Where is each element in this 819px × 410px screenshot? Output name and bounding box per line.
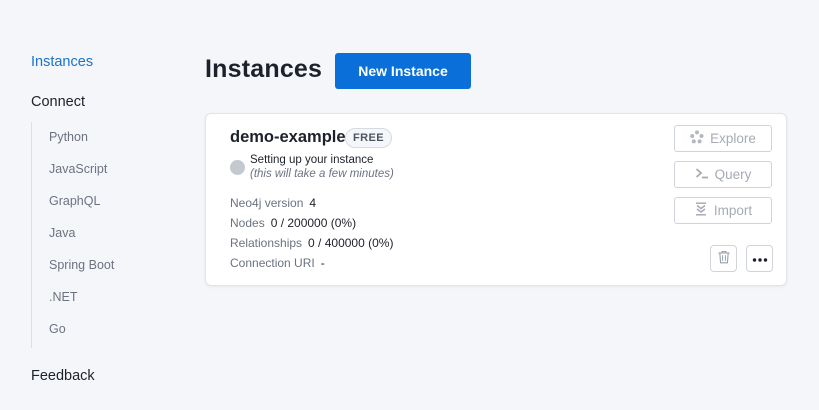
- trash-icon: [717, 250, 731, 267]
- nodes-row: Nodes 0 / 200000 (0%): [230, 216, 356, 230]
- page-title: Instances: [205, 55, 323, 83]
- connection-uri-value: -: [320, 256, 325, 270]
- import-button[interactable]: Import: [674, 197, 772, 224]
- tier-badge: FREE: [345, 128, 392, 148]
- sidebar-item-dotnet[interactable]: .NET: [49, 290, 77, 304]
- neo4j-version-value: 4: [309, 196, 317, 210]
- status-indicator: [230, 160, 245, 175]
- connection-uri-label: Connection URI: [230, 256, 315, 270]
- more-icon: [752, 251, 768, 266]
- connect-submenu: Python JavaScript GraphQL Java Spring Bo…: [31, 122, 172, 348]
- explore-icon: [690, 130, 704, 147]
- explore-label: Explore: [710, 131, 756, 146]
- new-instance-button[interactable]: New Instance: [335, 53, 471, 89]
- query-button[interactable]: Query: [674, 161, 772, 188]
- neo4j-version-label: Neo4j version: [230, 196, 304, 210]
- instance-card: demo-example FREE Setting up your instan…: [205, 113, 787, 286]
- sidebar-item-go[interactable]: Go: [49, 322, 66, 336]
- instance-name: demo-example: [230, 128, 346, 146]
- relationships-label: Relationships: [230, 236, 303, 250]
- query-label: Query: [714, 167, 752, 182]
- import-icon: [694, 202, 708, 219]
- sidebar-item-connect[interactable]: Connect: [31, 94, 85, 110]
- sidebar-item-spring-boot[interactable]: Spring Boot: [49, 258, 114, 272]
- import-label: Import: [713, 203, 753, 218]
- connection-uri-row: Connection URI -: [230, 256, 325, 270]
- sidebar-item-java[interactable]: Java: [49, 226, 75, 240]
- nodes-label: Nodes: [230, 216, 265, 230]
- status-text: Setting up your instance: [250, 154, 374, 166]
- sidebar-item-javascript[interactable]: JavaScript: [49, 162, 107, 176]
- delete-button[interactable]: [710, 245, 737, 272]
- sidebar-item-feedback[interactable]: Feedback: [31, 368, 95, 384]
- sidebar-item-graphql[interactable]: GraphQL: [49, 194, 100, 208]
- nodes-value: 0 / 200000 (0%): [270, 216, 357, 230]
- explore-button[interactable]: Explore: [674, 125, 772, 152]
- sidebar-item-instances[interactable]: Instances: [31, 54, 93, 70]
- status-note: (this will take a few minutes): [250, 168, 394, 180]
- sidebar-item-python[interactable]: Python: [49, 130, 88, 144]
- more-button[interactable]: [746, 245, 773, 272]
- neo4j-version-row: Neo4j version 4: [230, 196, 316, 210]
- relationships-value: 0 / 400000 (0%): [308, 236, 394, 250]
- terminal-icon: [695, 166, 709, 183]
- relationships-row: Relationships 0 / 400000 (0%): [230, 236, 393, 250]
